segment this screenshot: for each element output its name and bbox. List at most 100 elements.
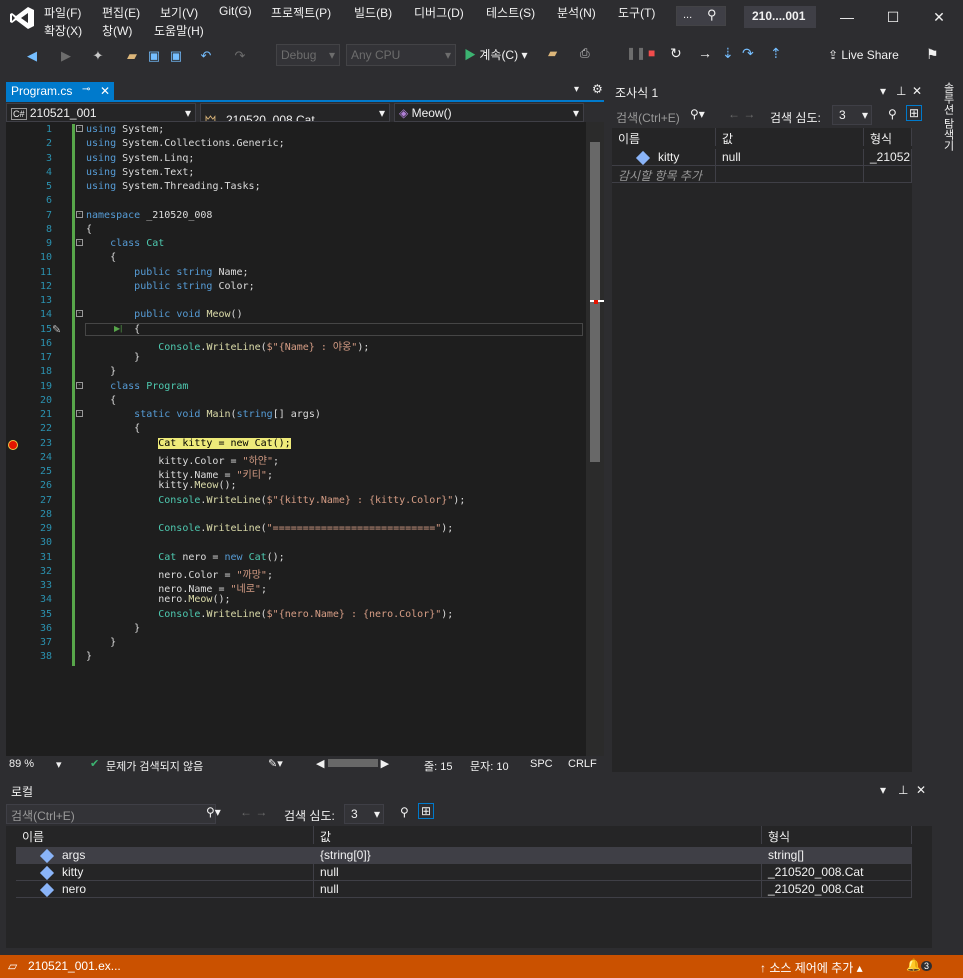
continue-button[interactable]: ▶ 계속(C) ▾ [464, 46, 527, 63]
feedback-icon[interactable]: ⚑ [926, 46, 939, 63]
watch-close-icon[interactable]: ✕ [912, 84, 922, 98]
line-indicator[interactable]: 줄: 15 [424, 758, 452, 774]
close-tab-icon[interactable]: ✕ [100, 84, 110, 98]
show-next-statement-icon[interactable]: → [698, 45, 712, 61]
project-nav-select[interactable]: C# 210521_001 ▾ [6, 103, 196, 122]
new-item-icon[interactable]: ✦ [90, 46, 106, 66]
locals-row-value[interactable]: null [314, 881, 762, 898]
menu-git[interactable]: Git(G) [219, 4, 252, 18]
code-line[interactable]: Console.WriteLine($"{nero.Name} : {nero.… [86, 609, 453, 620]
code-line[interactable]: kitty.Color = "하얀"; [86, 452, 279, 467]
minimize-button[interactable]: — [832, 6, 862, 28]
code-line[interactable]: { [86, 395, 116, 406]
horizontal-scrollbar[interactable]: ◀ ▶ [316, 757, 389, 770]
watch-add-item[interactable]: 감시할 항목 추가 [612, 166, 716, 183]
redo-icon[interactable]: ↷ [232, 46, 248, 66]
camera-icon[interactable]: ⎙ [580, 46, 590, 61]
close-button[interactable]: ✕ [924, 6, 954, 28]
watch-row-name[interactable]: kitty [612, 149, 716, 166]
fold-toggle-icon[interactable]: - [76, 410, 83, 417]
locals-row-value[interactable]: {string[0]} [314, 847, 762, 864]
menu-window[interactable]: 창(W) [102, 22, 132, 39]
watch-row-value[interactable]: null [716, 149, 864, 166]
code-line[interactable]: nero.Color = "까망"; [86, 566, 273, 581]
locals-nav-arrows-icon[interactable]: ← → [240, 805, 267, 819]
locals-search-icon[interactable]: ⚲▾ [206, 805, 221, 819]
live-share-button[interactable]: ⇪ Live Share [828, 48, 899, 62]
code-line[interactable]: static void Main(string[] args) [86, 409, 321, 420]
fold-toggle-icon[interactable]: - [76, 125, 83, 132]
menu-build[interactable]: 빌드(B) [354, 4, 392, 21]
locals-col-name[interactable]: 이름 [16, 826, 314, 844]
watch-search-input[interactable]: 검색(Ctrl+E) [616, 109, 680, 126]
menu-view[interactable]: 보기(V) [160, 4, 198, 21]
locals-filter-icon[interactable]: ⚲ [400, 805, 409, 819]
code-line[interactable]: nero.Meow(); [86, 594, 230, 605]
fold-toggle-icon[interactable]: - [76, 239, 83, 246]
code-line[interactable]: Console.WriteLine($"{kitty.Name} : {kitt… [86, 495, 465, 506]
global-search-button[interactable]: ... ⚲ [676, 6, 726, 26]
code-line[interactable]: using System.Threading.Tasks; [86, 181, 261, 192]
locals-row-value[interactable]: null [314, 864, 762, 881]
locals-col-type[interactable]: 형식 [762, 826, 912, 844]
folder-icon[interactable]: ▰ [548, 46, 557, 60]
code-line[interactable]: class Program [86, 381, 188, 392]
editor-vertical-scrollbar[interactable] [586, 122, 604, 756]
menu-help[interactable]: 도움말(H) [154, 22, 204, 39]
forward-icon[interactable]: ▶ [58, 46, 74, 66]
watch-col-type[interactable]: 형식 [864, 128, 912, 146]
code-line[interactable]: kitty.Name = "키티"; [86, 466, 273, 481]
save-icon[interactable]: ▣ [146, 46, 162, 66]
code-line[interactable]: } [86, 637, 116, 648]
stop-icon[interactable]: ■ [648, 46, 655, 60]
code-line[interactable]: } [86, 623, 140, 634]
pin-icon[interactable]: ⊸ [82, 84, 90, 95]
code-line[interactable]: public string Name; [86, 267, 248, 278]
configuration-select[interactable]: Debug ▾ [276, 44, 340, 66]
maximize-button[interactable]: ☐ [878, 6, 908, 28]
code-line[interactable]: class Cat [86, 238, 164, 249]
pause-icon[interactable]: ❚❚ [626, 46, 646, 60]
settings-gear-icon[interactable]: ⚙ [592, 82, 603, 96]
code-line[interactable]: public string Color; [86, 281, 254, 292]
code-line[interactable]: Cat nero = new Cat(); [86, 552, 284, 563]
watch-search-icon[interactable]: ⚲▾ [690, 107, 705, 121]
watch-dropdown-icon[interactable]: ▾ [880, 84, 886, 98]
menu-tools[interactable]: 도구(T) [618, 4, 655, 21]
fold-toggle-icon[interactable]: - [76, 210, 83, 218]
code-line[interactable]: using System.Linq; [86, 153, 194, 164]
code-line[interactable]: kitty.Meow(); [86, 480, 236, 491]
locals-hex-toggle-icon[interactable]: ⊞ [418, 803, 435, 819]
menu-debug[interactable]: 디버그(D) [414, 4, 464, 21]
watch-col-name[interactable]: 이름 [612, 128, 716, 146]
issues-status[interactable]: 문제가 검색되지 않음 [106, 758, 203, 774]
menu-extensions[interactable]: 확장(X) [44, 22, 82, 39]
code-line[interactable]: using System.Text; [86, 167, 194, 178]
solution-explorer-tab[interactable]: 솔루션 탐색기 [940, 82, 956, 151]
menu-project[interactable]: 프로젝트(P) [271, 4, 331, 21]
code-line[interactable]: namespace _210520_008 [86, 210, 212, 221]
member-nav-select[interactable]: ◈ Meow() ▾ [394, 103, 584, 122]
line-ending-indicator[interactable]: CRLF [568, 758, 597, 770]
watch-hex-toggle-icon[interactable]: ⊞ [906, 105, 923, 121]
watch-col-value[interactable]: 값 [716, 128, 864, 146]
code-line[interactable]: Cat kitty = new Cat(); [86, 437, 291, 449]
tab-list-dropdown-icon[interactable]: ▾ [574, 84, 579, 95]
breakpoint-icon[interactable] [8, 440, 18, 450]
locals-row-name[interactable]: kitty [16, 864, 314, 881]
locals-close-icon[interactable]: ✕ [916, 783, 926, 797]
menu-analyze[interactable]: 분석(N) [557, 4, 596, 21]
code-line[interactable]: } [86, 352, 140, 363]
menu-edit[interactable]: 편집(E) [102, 4, 140, 21]
code-line[interactable]: } [86, 366, 116, 377]
code-editor[interactable]: 1 2 3 4 5 6 7 8 9 10 11 12 13 14 15 16 17 18 19 20 21 22 23 24 2… [6, 122, 586, 756]
undo-icon[interactable]: ↶ [198, 46, 214, 66]
zoom-select[interactable]: 89 % [9, 758, 34, 770]
platform-select[interactable]: Any CPU ▾ [346, 44, 456, 66]
watch-back-icon[interactable]: ← → [728, 107, 755, 121]
locals-col-value[interactable]: 값 [314, 826, 762, 844]
fold-toggle-icon[interactable]: - [76, 381, 83, 389]
locals-row-name[interactable]: nero [16, 881, 314, 898]
watch-pin-icon-2[interactable]: ⚲ [888, 107, 897, 121]
open-folder-icon[interactable]: ▰ [124, 46, 140, 66]
